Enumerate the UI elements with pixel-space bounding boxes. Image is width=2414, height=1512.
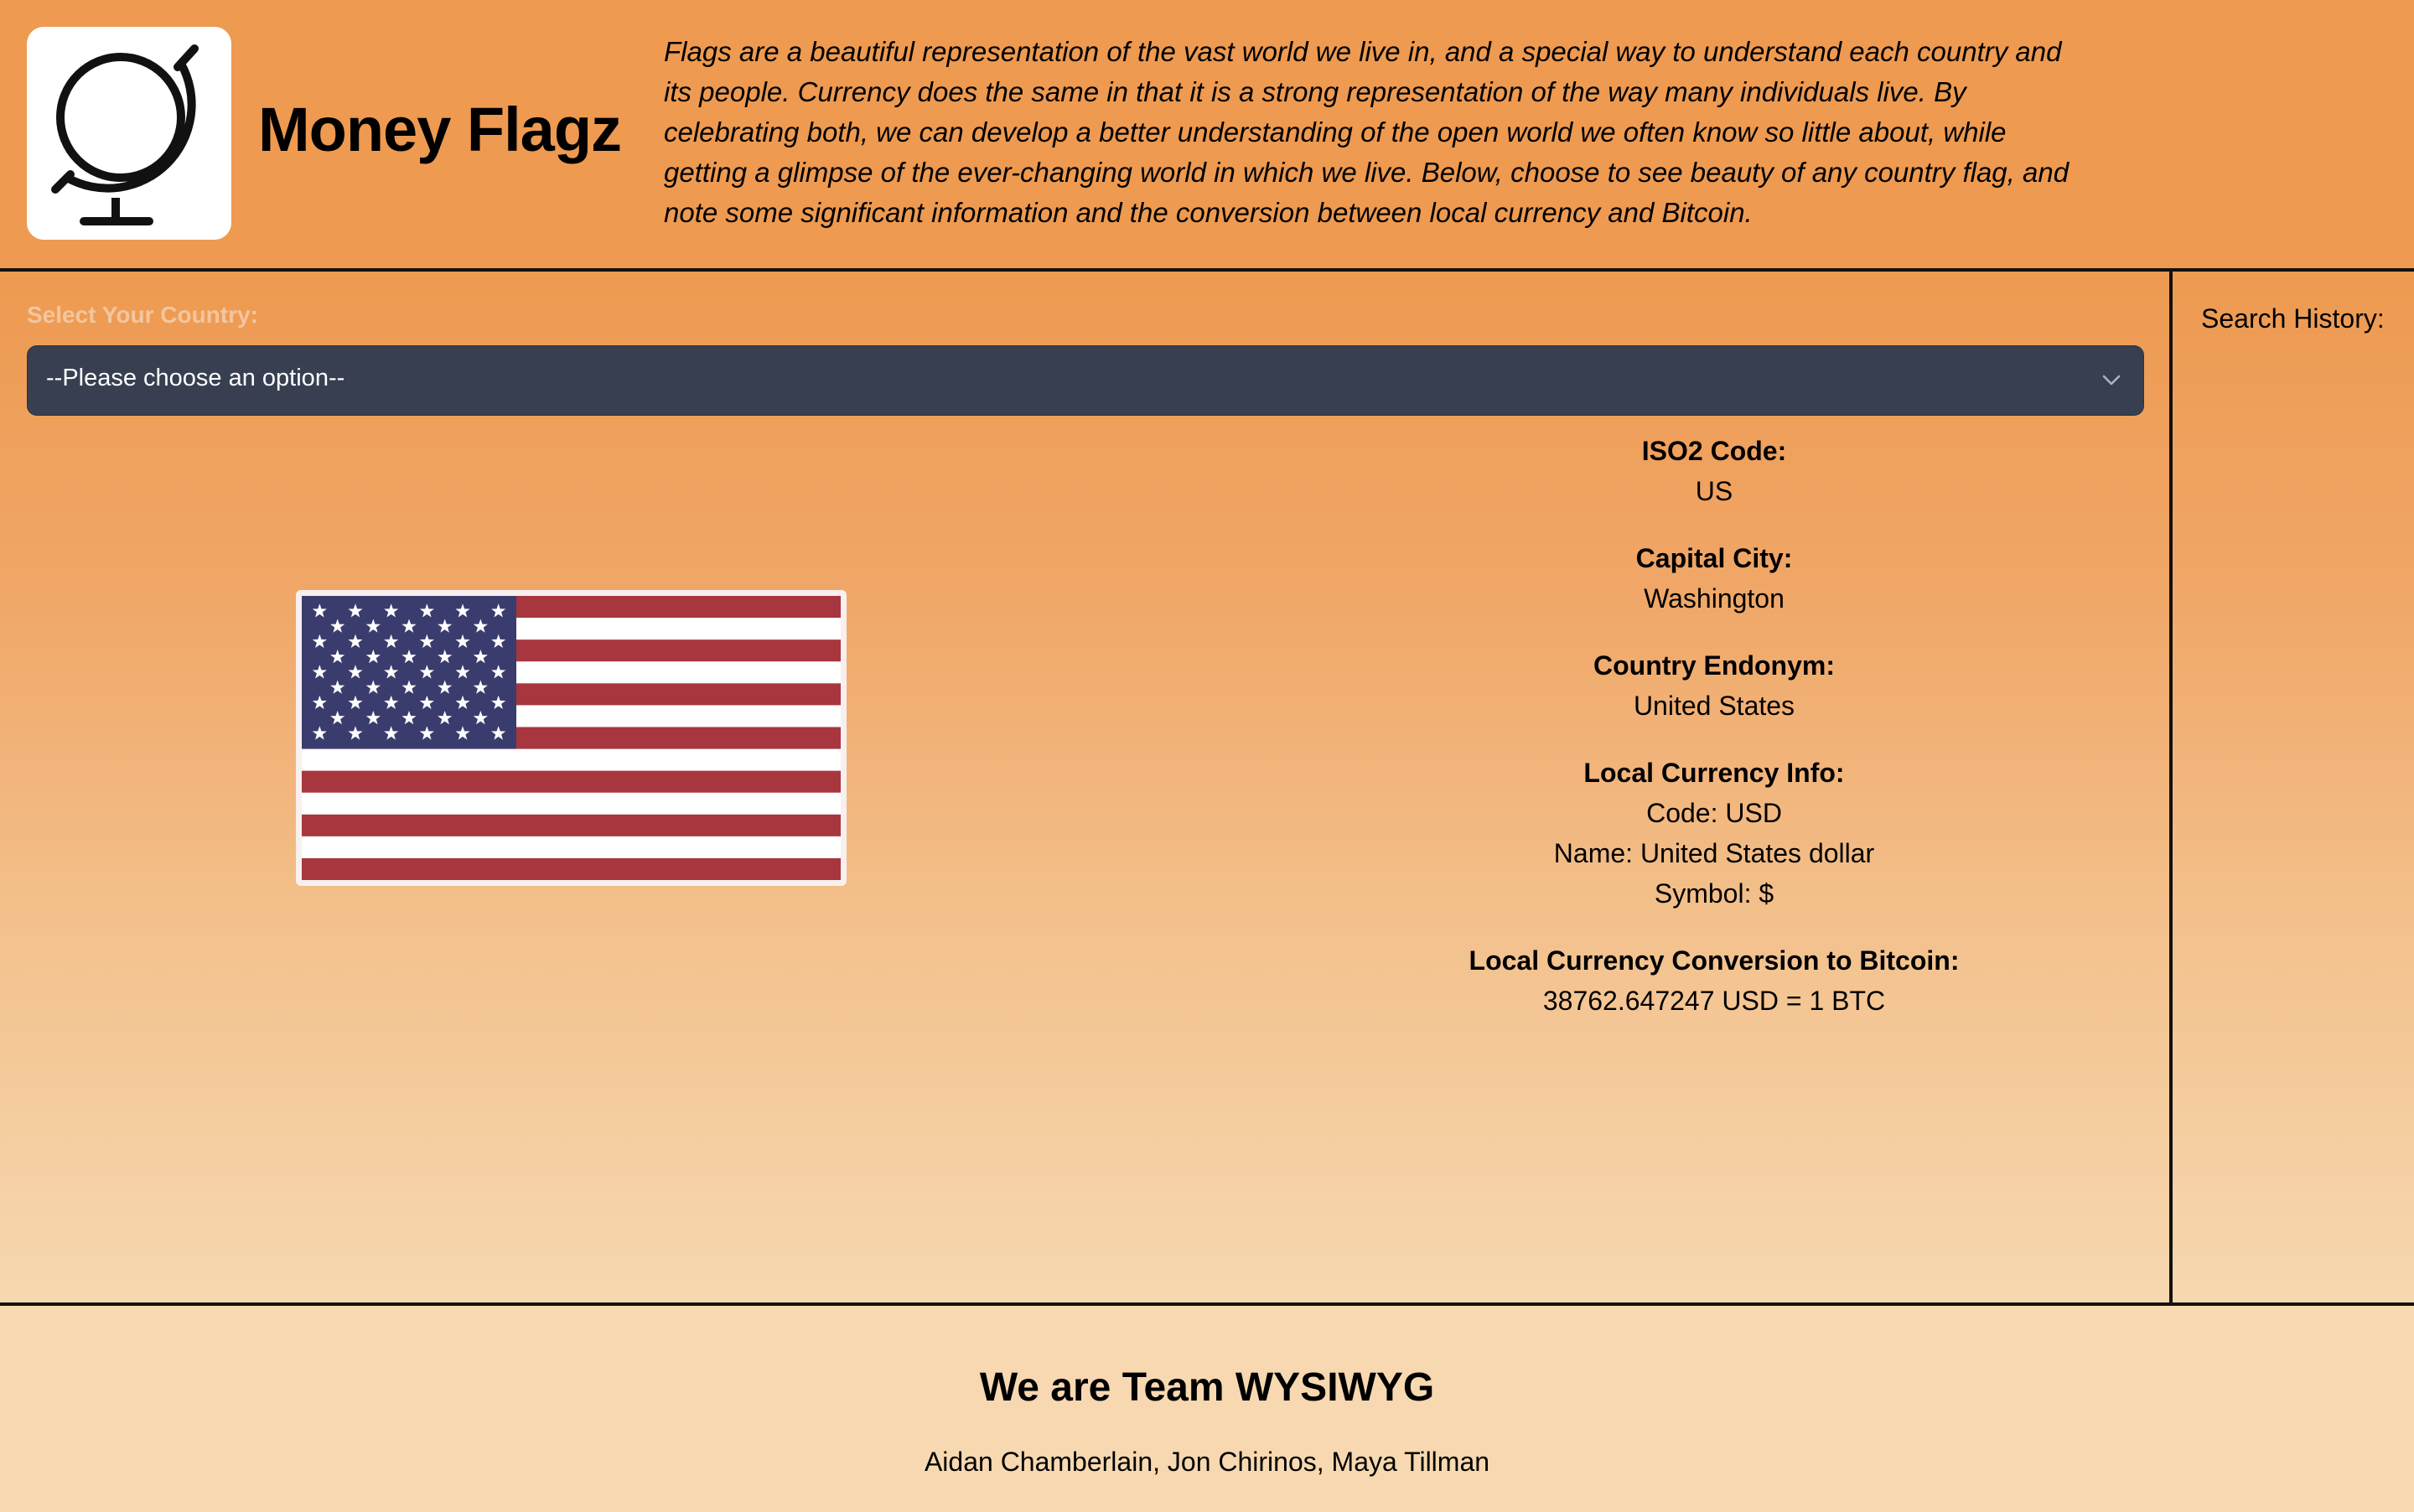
flag-stripe	[302, 814, 841, 837]
site-header: Money Flagz Flags are a beautiful repres…	[0, 0, 2414, 272]
endonym-value: United States	[1633, 691, 1795, 721]
currency-block: Local Currency Info: Code: USD Name: Uni…	[1257, 753, 2171, 914]
country-flag	[296, 590, 847, 886]
team-title: We are Team WYSIWYG	[979, 1365, 1435, 1410]
currency-symbol: Symbol: $	[1654, 878, 1774, 909]
currency-label: Local Currency Info:	[1583, 758, 1845, 788]
iso-label: ISO2 Code:	[1641, 436, 1787, 466]
team-members: Aidan Chamberlain, Jon Chirinos, Maya Ti…	[924, 1447, 1490, 1477]
currency-code: Code: USD	[1646, 798, 1782, 828]
search-history-label: Search History:	[2201, 303, 2385, 334]
intro-text: Flags are a beautiful representation of …	[664, 36, 2070, 228]
capital-block: Capital City: Washington	[1257, 538, 2171, 619]
country-select[interactable]: --Please choose an option--	[27, 345, 2144, 416]
logo	[27, 27, 231, 240]
chevron-down-icon	[2102, 375, 2121, 386]
search-history-panel: Search History:	[2173, 272, 2414, 1302]
capital-label: Capital City:	[1635, 543, 1793, 573]
conversion-block: Local Currency Conversion to Bitcoin: 38…	[1257, 940, 2171, 1021]
us-flag-image	[302, 596, 841, 881]
flag-stripe	[302, 770, 841, 794]
flag-canton	[302, 596, 516, 749]
country-info: ISO2 Code: US Capital City: Washington C…	[1257, 431, 2171, 1048]
select-label: Select Your Country:	[27, 302, 258, 328]
capital-value: Washington	[1644, 583, 1785, 614]
flag-stripe	[302, 836, 841, 859]
site-footer: We are Team WYSIWYG Aidan Chamberlain, J…	[0, 1302, 2414, 1512]
conversion-value: 38762.647247 USD = 1 BTC	[1542, 986, 1886, 1016]
endonym-label: Country Endonym:	[1593, 650, 1835, 681]
flag-stripe	[302, 748, 841, 772]
endonym-block: Country Endonym: United States	[1257, 645, 2171, 726]
main-content: Select Your Country: --Please choose an …	[0, 272, 2173, 1302]
iso-block: ISO2 Code: US	[1257, 431, 2171, 511]
globe-icon	[51, 44, 199, 225]
flag-stripe	[302, 792, 841, 816]
flag-stripe	[302, 857, 841, 881]
site-title: Money Flagz	[258, 95, 622, 164]
conversion-label: Local Currency Conversion to Bitcoin:	[1469, 945, 1960, 976]
iso-value: US	[1695, 476, 1733, 506]
select-value: --Please choose an option--	[46, 365, 345, 391]
currency-name: Name: United States dollar	[1553, 838, 1875, 868]
